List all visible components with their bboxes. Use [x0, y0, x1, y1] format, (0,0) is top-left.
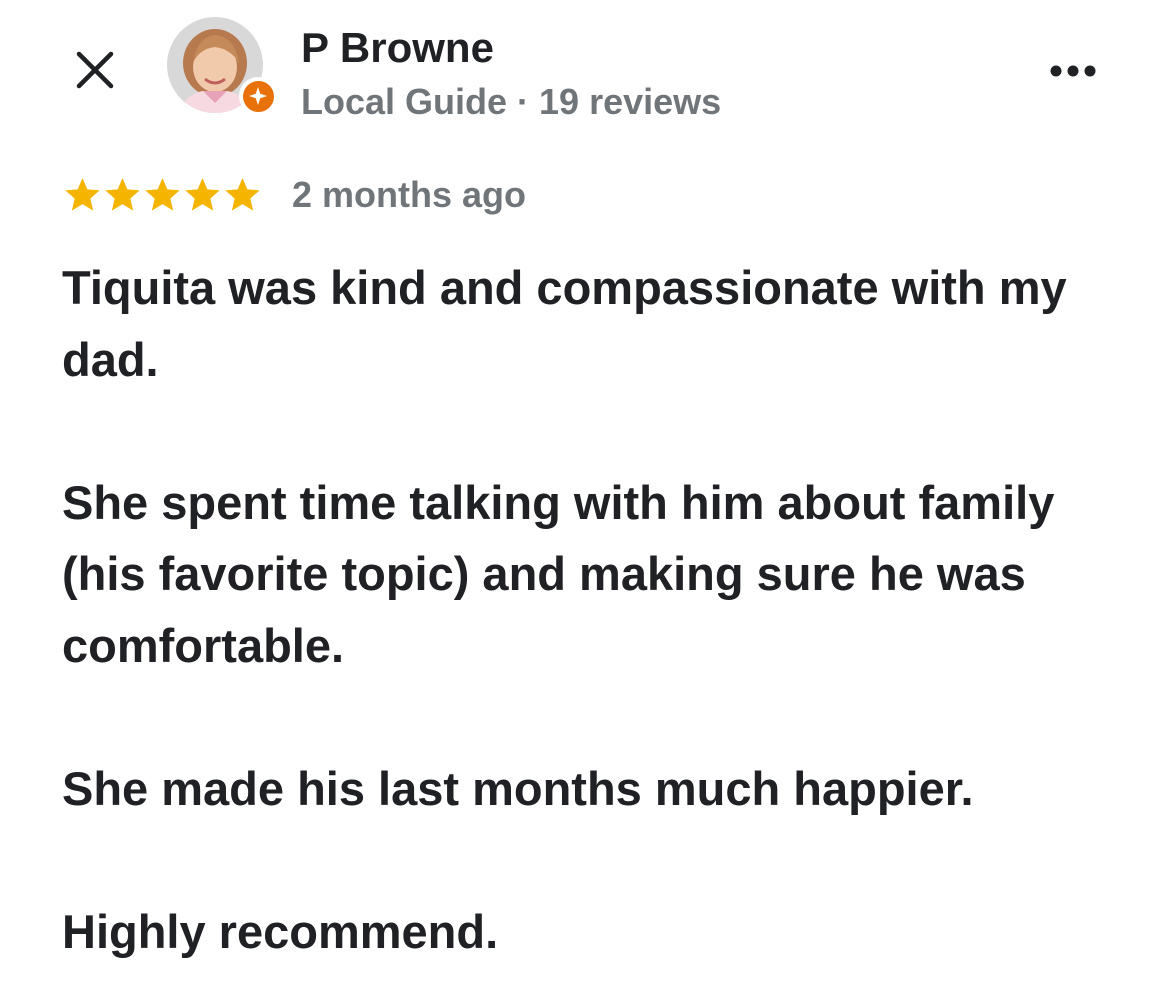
- star-icon: [145, 178, 180, 211]
- close-icon: [76, 51, 114, 89]
- review-paragraph: She spent time talking with him about fa…: [62, 475, 1055, 672]
- more-options-icon: [1050, 65, 1096, 77]
- local-guide-badge-icon: [249, 87, 267, 105]
- review-paragraph: Highly recommend.: [62, 904, 499, 958]
- review-date: 2 months ago: [292, 174, 527, 215]
- star-rating: [62, 175, 262, 215]
- rating-row: 2 months ago: [62, 170, 526, 220]
- reviewer-avatar-container[interactable]: [167, 17, 277, 117]
- more-options-button[interactable]: [1046, 50, 1106, 90]
- star-icon: [225, 178, 260, 211]
- review-paragraph: She made his last months much happier.: [62, 761, 974, 815]
- star-icon: [105, 178, 140, 211]
- review-paragraph: Tiquita was kind and compassionate with …: [62, 261, 1067, 386]
- star-icon: [185, 178, 220, 211]
- reviewer-name[interactable]: P Browne: [301, 22, 494, 74]
- reviewer-meta[interactable]: Local Guide · 19 reviews: [301, 80, 721, 124]
- local-guide-badge: [239, 77, 277, 115]
- star-icon: [65, 178, 100, 211]
- review-text: Tiquita was kind and compassionate with …: [62, 252, 1122, 967]
- close-button[interactable]: [70, 48, 120, 98]
